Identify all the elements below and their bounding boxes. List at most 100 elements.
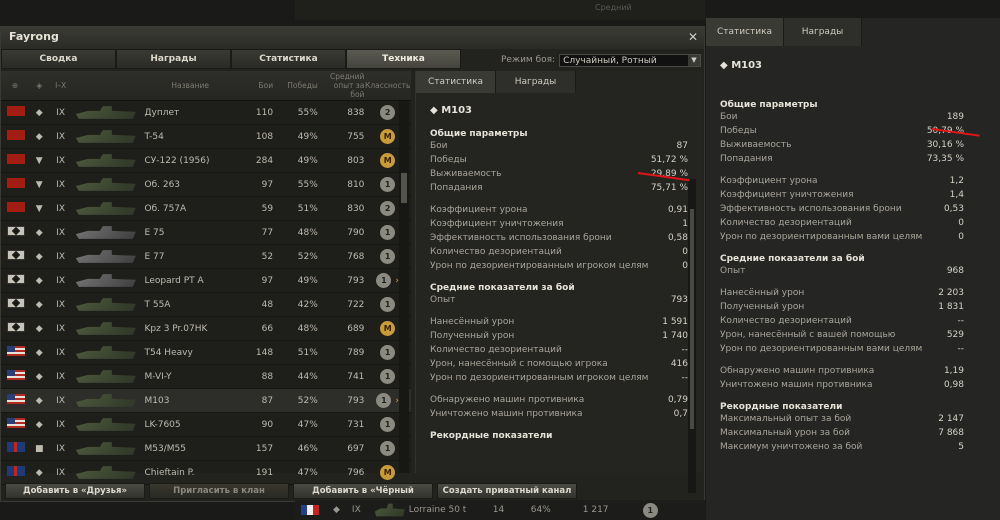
table-row[interactable]: ◆ IX T 55A 48 42% 722 1 — [1, 293, 411, 317]
flag-ger-icon — [7, 250, 25, 260]
tank-image — [72, 153, 145, 169]
vehicle-avg-xp: 810 — [347, 179, 365, 190]
stat-value: 0,58 — [667, 233, 688, 243]
type-filter-icon[interactable]: ◈ — [29, 81, 50, 90]
stat-value: 1 831 — [938, 302, 964, 312]
create-channel-button[interactable]: Создать приватный канал — [437, 483, 577, 499]
table-row[interactable]: ◆ IX E 77 52 52% 768 1 — [1, 245, 411, 269]
table-row[interactable]: ◆ IX E 75 77 48% 790 1 — [1, 221, 411, 245]
vehicle-list-scrollbar[interactable] — [399, 101, 409, 473]
main-tabs: Сводка Награды Статистика Техника — [1, 49, 461, 69]
background-vehicle-row: ◆ IX Lorraine 50 t 14 64% 1 217 1 — [295, 500, 705, 520]
table-row[interactable]: ◆ IX T-54 108 49% 755 M — [1, 125, 411, 149]
vehicle-battles: 97 — [261, 275, 274, 286]
tank-image — [72, 129, 145, 145]
table-row[interactable]: ◆ IX Kpz 3 Pr.07HK 66 48% 689 M — [1, 317, 411, 341]
table-row[interactable]: ◆ IX LK-7605 90 47% 731 1 — [1, 413, 411, 437]
stat-label: Количество дезориентаций — [720, 316, 852, 326]
tab-awards[interactable]: Награды — [116, 49, 231, 69]
window-title: Fayrong — [9, 30, 59, 43]
vehicle-avg-xp: 838 — [347, 107, 365, 118]
table-row[interactable]: ▼ IX СУ-122 (1956) 284 49% 803 M — [1, 149, 411, 173]
vehicle-name: Leopard PT A — [144, 275, 204, 286]
stat-label: Урон, нанесённый с помощью игрока — [430, 359, 608, 369]
flag-ussr-icon — [7, 202, 25, 212]
tank-silhouette — [75, 106, 136, 119]
tank-silhouette — [75, 322, 136, 335]
vehicle-wins: 44% — [297, 371, 318, 382]
vehicle-tier: IX — [56, 299, 66, 310]
tab-vehicles[interactable]: Техника — [346, 49, 461, 69]
scrollbar-thumb[interactable] — [690, 209, 694, 429]
nation-flag-icon — [1, 154, 29, 167]
nation-flag-icon — [1, 202, 29, 215]
flag-ussr-icon — [7, 178, 25, 188]
flag-ussr-icon — [7, 106, 25, 116]
nation-flag-icon — [1, 106, 29, 119]
battle-mode-select[interactable]: Случайный, Ротный ▼ — [559, 53, 701, 67]
column-wins[interactable]: Победы — [273, 81, 318, 90]
flag-ger-icon — [7, 226, 25, 236]
vehicle-name: E 75 — [144, 227, 165, 238]
flag-usa-icon — [7, 394, 25, 404]
tank-silhouette — [75, 418, 136, 431]
column-name[interactable]: Название — [145, 81, 236, 90]
column-tier[interactable]: I–X — [49, 81, 71, 90]
nation-filter-icon[interactable]: ⊕ — [1, 81, 29, 90]
nation-flag-icon — [1, 370, 29, 383]
column-class[interactable]: Классность — [364, 81, 411, 90]
stat-row: Полученный урон 1 740 — [430, 329, 688, 343]
tank-image — [72, 105, 145, 121]
tab-statistics[interactable]: Статистика — [231, 49, 346, 69]
tab-detail-awards[interactable]: Награды — [496, 71, 576, 93]
table-row[interactable]: ◆ IX Leopard PT A 97 49% 793 1 › — [1, 269, 411, 293]
flag-ger-icon — [7, 298, 25, 308]
nation-flag-icon — [1, 442, 29, 455]
close-icon[interactable]: ✕ — [688, 30, 698, 44]
invite-clan-button[interactable]: Пригласить в клан — [149, 483, 289, 499]
class-badge-icon: 1 — [642, 502, 658, 518]
stat-value: 73,35 % — [926, 154, 964, 164]
table-row[interactable]: ◆ IX T54 Heavy 148 51% 789 1 — [1, 341, 411, 365]
detail-scrollbar[interactable] — [688, 179, 696, 493]
stat-value: 0,7 — [673, 409, 688, 419]
section-title: Общие параметры — [720, 100, 818, 110]
table-row[interactable]: ◆ IX Chieftain P. 191 47% 796 M — [1, 461, 411, 485]
stat-row: Уничтожено машин противника 0,98 — [720, 378, 964, 392]
column-avg-xp[interactable]: Средний опыт за бой — [318, 72, 364, 99]
table-row[interactable]: ◆ IX M-VI-Y 88 44% 741 1 — [1, 365, 411, 389]
table-row[interactable]: ▼ IX Об. 757А 59 51% 830 2 — [1, 197, 411, 221]
stat-row: Обнаружено машин противника 0,79 — [430, 393, 688, 407]
tank-silhouette — [75, 298, 136, 311]
tab-summary[interactable]: Сводка — [1, 49, 116, 69]
stat-value: 30,16 % — [926, 140, 964, 150]
tab-right-awards[interactable]: Награды — [784, 18, 862, 46]
right-vehicle-title: ◆ M103 — [720, 60, 762, 71]
vehicle-name: LK-7605 — [144, 419, 181, 430]
vehicle-type-icon: ■ — [34, 443, 44, 454]
second-detail-panel: Статистика Награды ◆ M103 Общие параметр… — [706, 18, 1000, 520]
table-row[interactable]: ■ IX M53/M55 157 46% 697 1 — [1, 437, 411, 461]
tab-right-statistics[interactable]: Статистика — [706, 18, 784, 46]
tab-detail-statistics[interactable]: Статистика — [416, 71, 496, 93]
nation-flag-icon — [1, 274, 29, 287]
table-row[interactable]: ▼ IX Об. 263 97 55% 810 1 — [1, 173, 411, 197]
column-battles[interactable]: Бои — [236, 81, 273, 90]
add-friend-button[interactable]: Добавить в «Друзья» — [5, 483, 145, 499]
title-bar[interactable]: Fayrong ✕ — [1, 27, 704, 49]
add-blacklist-button[interactable]: Добавить в «Чёрный список» — [293, 483, 433, 510]
stat-label: Максимальный опыт за бой — [720, 414, 852, 424]
background-strip: Средний — [295, 0, 705, 20]
vehicle-type-icon: ▼ — [35, 155, 43, 166]
tank-silhouette — [75, 370, 136, 383]
table-row[interactable]: ◆ IX M103 87 52% 793 1 › — [1, 389, 411, 413]
battle-mode: Режим боя: Случайный, Ротный ▼ — [501, 53, 701, 67]
vehicle-tier: IX — [56, 443, 66, 454]
scrollbar-thumb[interactable] — [401, 173, 407, 203]
stat-value: 793 — [670, 295, 688, 305]
vehicle-avg-xp: 796 — [347, 467, 365, 478]
table-row[interactable]: ◆ IX Дуплет 110 55% 838 2 — [1, 101, 411, 125]
stat-label: Попадания — [430, 183, 483, 193]
chevron-down-icon[interactable]: ▼ — [688, 54, 700, 66]
